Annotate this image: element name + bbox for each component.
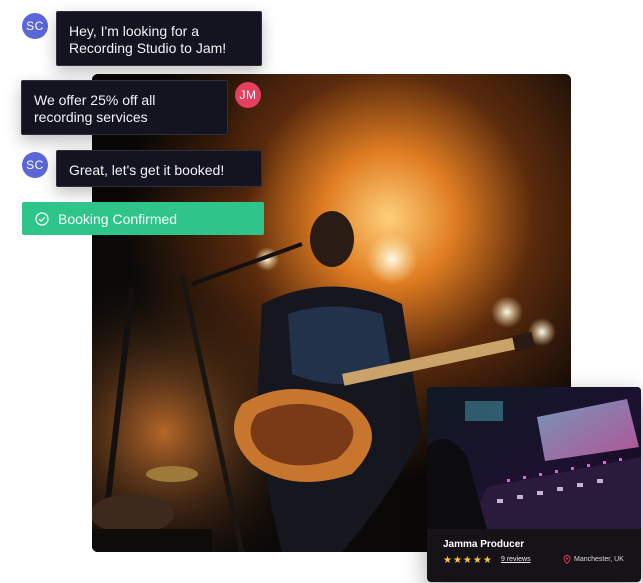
booking-confirmed-banner: Booking Confirmed [22,202,264,235]
avatar-jm: JM [235,82,261,108]
message-line: We offer 25% off all [34,92,156,108]
message-line: Hey, I'm looking for a [69,23,200,39]
message-line: Recording Studio to Jam! [69,40,227,56]
producer-card[interactable]: Jamma Producer ★★★★★ 9 reviews Mancheste… [427,387,641,582]
check-circle-icon [35,211,49,226]
rating-stars: ★★★★★ [443,555,493,566]
avatar-sc: SC [22,152,48,178]
location-pin-icon [563,555,571,565]
message-line: recording services [34,109,148,125]
avatar-sc: SC [22,13,48,39]
chat-bubble-user: Hey, I'm looking for a Recording Studio … [56,11,262,66]
producer-name[interactable]: Jamma Producer [443,539,524,550]
message-text: Great, let's get it booked! [69,162,225,178]
mixing-console-photo [427,387,641,529]
confirm-label: Booking Confirmed [58,210,178,227]
reviews-link[interactable]: 9 reviews [501,556,531,563]
location: Manchester, UK [563,555,624,565]
location-text: Manchester, UK [574,556,624,563]
chat-bubble-user: Great, let's get it booked! [56,150,262,187]
chat-bubble-reply: We offer 25% off all recording services [21,80,228,135]
